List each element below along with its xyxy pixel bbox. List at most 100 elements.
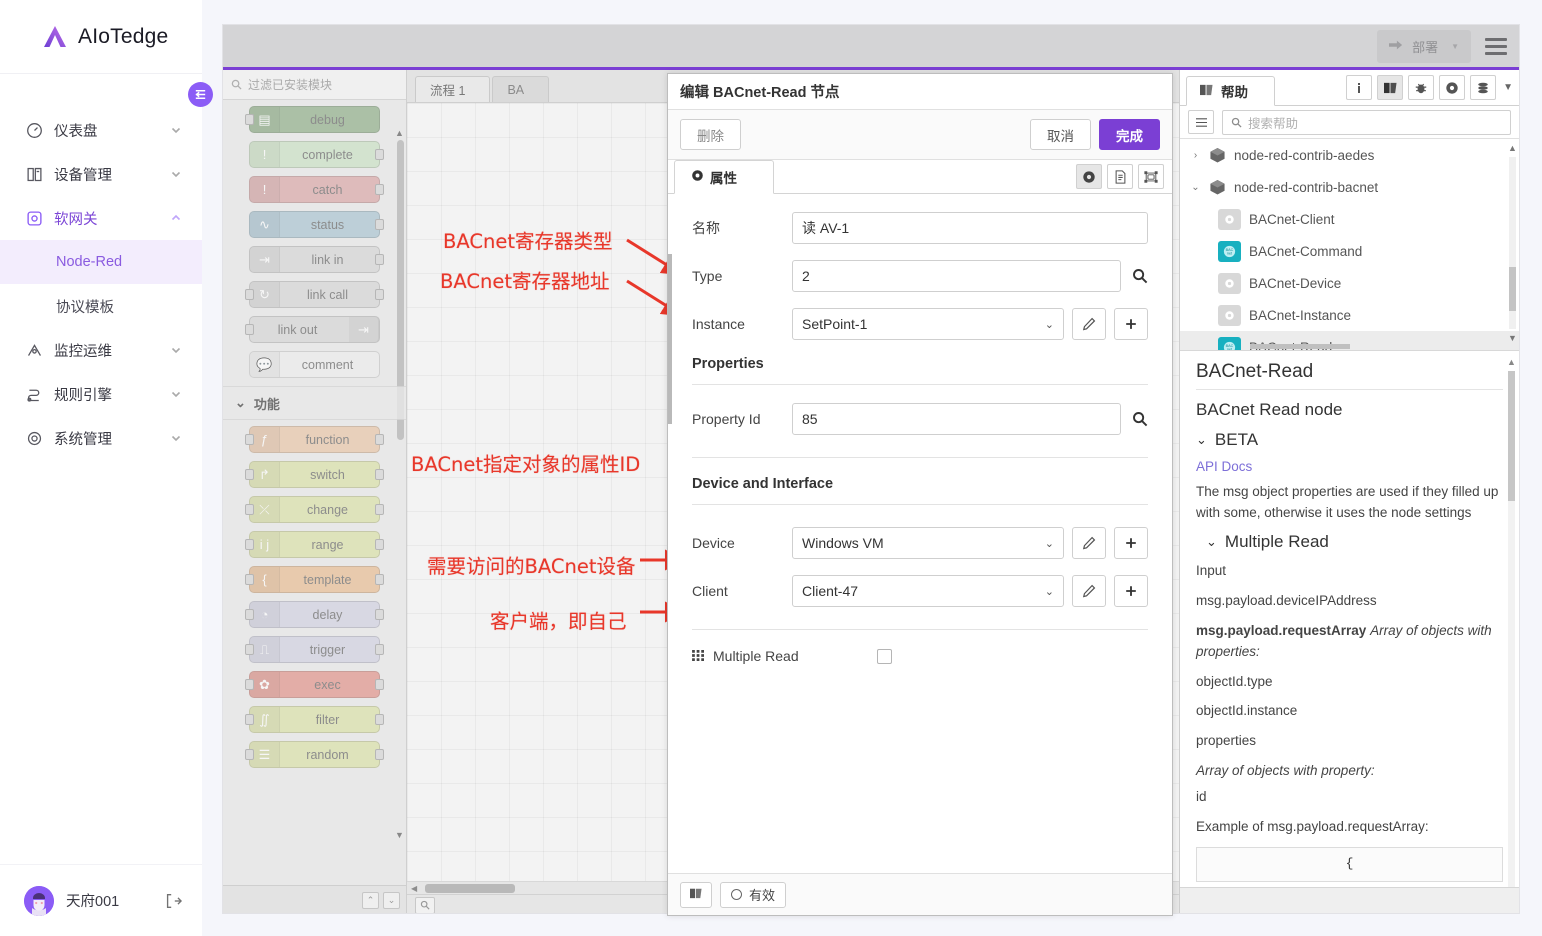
node-output-port[interactable]: [375, 644, 384, 655]
doc-section-beta[interactable]: ⌄ BETA: [1196, 430, 1503, 450]
help-tree-item-bacnet-client[interactable]: BACnet-Client: [1180, 203, 1519, 235]
chevron-right-icon[interactable]: ›: [1190, 150, 1201, 161]
delete-button[interactable]: 删除: [680, 119, 741, 150]
node-enabled-toggle[interactable]: 有效: [720, 882, 786, 908]
palette-node-delay[interactable]: ◔delay: [249, 601, 380, 628]
node-input-port[interactable]: [245, 749, 254, 760]
scroll-thumb[interactable]: [1508, 371, 1515, 501]
instance-add-button[interactable]: [1114, 308, 1148, 340]
node-output-port[interactable]: [375, 149, 384, 160]
node-input-port[interactable]: [245, 469, 254, 480]
palette-scroll-down-icon[interactable]: ▼: [394, 830, 405, 841]
node-input-port[interactable]: [245, 574, 254, 585]
gear-icon[interactable]: [1076, 164, 1102, 189]
description-icon[interactable]: [1107, 164, 1133, 189]
device-edit-button[interactable]: [1072, 527, 1106, 559]
palette-node-random[interactable]: ☰random: [249, 741, 380, 768]
hamburger-icon[interactable]: [1485, 38, 1507, 55]
sidebar-collapse-button[interactable]: [188, 82, 213, 107]
canvas-search-icon[interactable]: [415, 897, 435, 914]
help-tree-item-bacnet-device[interactable]: BACnet-Device: [1180, 267, 1519, 299]
sidebar-item-node-red[interactable]: Node-Red: [0, 240, 202, 284]
node-output-port[interactable]: [375, 749, 384, 760]
node-output-port[interactable]: [375, 574, 384, 585]
node-output-port[interactable]: [375, 219, 384, 230]
instance-select[interactable]: SetPoint-1 ⌄: [792, 308, 1064, 340]
node-output-port[interactable]: [375, 254, 384, 265]
sidebar-item-system-management[interactable]: 系统管理: [0, 416, 202, 460]
tab-properties[interactable]: 属性: [674, 160, 774, 194]
avatar[interactable]: [24, 886, 54, 916]
flow-tab-1[interactable]: 流程 1: [415, 76, 490, 102]
node-input-port[interactable]: [245, 714, 254, 725]
node-input-port[interactable]: [245, 609, 254, 620]
palette-node-catch[interactable]: !catch: [249, 176, 380, 203]
scroll-down-icon[interactable]: ▼: [1508, 333, 1517, 343]
debug-bug-icon[interactable]: [1408, 75, 1434, 100]
sidebar-item-device-management[interactable]: 设备管理: [0, 152, 202, 196]
palette-node-link-in[interactable]: ⇥link in: [249, 246, 380, 273]
scroll-thumb[interactable]: [1509, 267, 1516, 311]
sidebar-item-monitoring[interactable]: 监控运维: [0, 328, 202, 372]
node-output-port[interactable]: [375, 434, 384, 445]
help-tree-hscroll[interactable]: [1250, 344, 1350, 349]
property-id-search-icon[interactable]: [1132, 411, 1148, 427]
palette-node-change[interactable]: ⤫change: [249, 496, 380, 523]
palette-node-link-out[interactable]: link out⇥: [249, 316, 380, 343]
context-data-icon[interactable]: [1470, 75, 1496, 100]
scroll-thumb[interactable]: [425, 884, 515, 893]
node-input-port[interactable]: [245, 434, 254, 445]
help-tree-item-bacnet-command[interactable]: BACnetBACnet-Command: [1180, 235, 1519, 267]
client-add-button[interactable]: [1114, 575, 1148, 607]
palette-node-switch[interactable]: ↱switch: [249, 461, 380, 488]
flow-tab-2[interactable]: BA: [492, 76, 549, 102]
node-output-port[interactable]: [375, 289, 384, 300]
list-view-icon[interactable]: [1188, 110, 1214, 134]
palette-node-function[interactable]: ƒfunction: [249, 426, 380, 453]
scroll-left-icon[interactable]: ◀: [411, 884, 417, 893]
palette-node-link-call[interactable]: ↻link call: [249, 281, 380, 308]
type-search-icon[interactable]: [1132, 268, 1148, 284]
scroll-up-icon[interactable]: ▲: [1508, 143, 1517, 153]
palette-node-range[interactable]: i jrange: [249, 531, 380, 558]
palette-filter-input[interactable]: 过滤已安装模块: [223, 70, 406, 100]
device-add-button[interactable]: [1114, 527, 1148, 559]
chevron-down-icon[interactable]: ▼: [1451, 42, 1459, 51]
palette-node-complete[interactable]: !complete: [249, 141, 380, 168]
palette-node-template[interactable]: {template: [249, 566, 380, 593]
logout-icon[interactable]: [164, 892, 182, 910]
config-gear-icon[interactable]: [1439, 75, 1465, 100]
node-input-port[interactable]: [245, 289, 254, 300]
sidebar-item-gateway[interactable]: 软网关: [0, 196, 202, 240]
help-tree-item-node-red-contrib-bacnet[interactable]: ⌄node-red-contrib-bacnet: [1180, 171, 1519, 203]
help-book-icon[interactable]: [1377, 75, 1403, 100]
node-input-port[interactable]: [245, 504, 254, 515]
node-input-port[interactable]: [245, 324, 254, 335]
scroll-up-icon[interactable]: ▲: [1507, 357, 1516, 367]
node-output-port[interactable]: [375, 469, 384, 480]
help-content-scrollbar[interactable]: ▲ ▼: [1507, 357, 1516, 909]
node-output-port[interactable]: [375, 539, 384, 550]
node-output-port[interactable]: [375, 609, 384, 620]
node-help-button[interactable]: [680, 882, 712, 908]
info-icon[interactable]: [1346, 75, 1372, 100]
doc-section-multiple-read[interactable]: ⌄ Multiple Read: [1196, 532, 1503, 552]
done-button[interactable]: 完成: [1099, 119, 1160, 150]
palette-node-filter[interactable]: ∬filter: [249, 706, 380, 733]
chevron-down-icon[interactable]: ▼: [1501, 82, 1513, 93]
deploy-button[interactable]: 部署 ▼: [1377, 30, 1471, 63]
chevron-down-icon[interactable]: ⌄: [1190, 182, 1201, 193]
node-output-port[interactable]: [375, 714, 384, 725]
help-tree-item-bacnet-instance[interactable]: BACnet-Instance: [1180, 299, 1519, 331]
node-input-port[interactable]: [245, 539, 254, 550]
property-id-input[interactable]: 85: [792, 403, 1121, 435]
palette-scroll-up-icon[interactable]: ▲: [394, 128, 405, 139]
palette-node-trigger[interactable]: ⎍trigger: [249, 636, 380, 663]
type-input[interactable]: 2: [792, 260, 1121, 292]
dialog-scroll-indicator[interactable]: [668, 254, 672, 424]
appearance-icon[interactable]: [1138, 164, 1164, 189]
node-output-port[interactable]: [375, 679, 384, 690]
sidebar-item-rules-engine[interactable]: 规则引擎: [0, 372, 202, 416]
tab-help[interactable]: 帮助: [1186, 76, 1275, 106]
cancel-button[interactable]: 取消: [1030, 119, 1091, 150]
